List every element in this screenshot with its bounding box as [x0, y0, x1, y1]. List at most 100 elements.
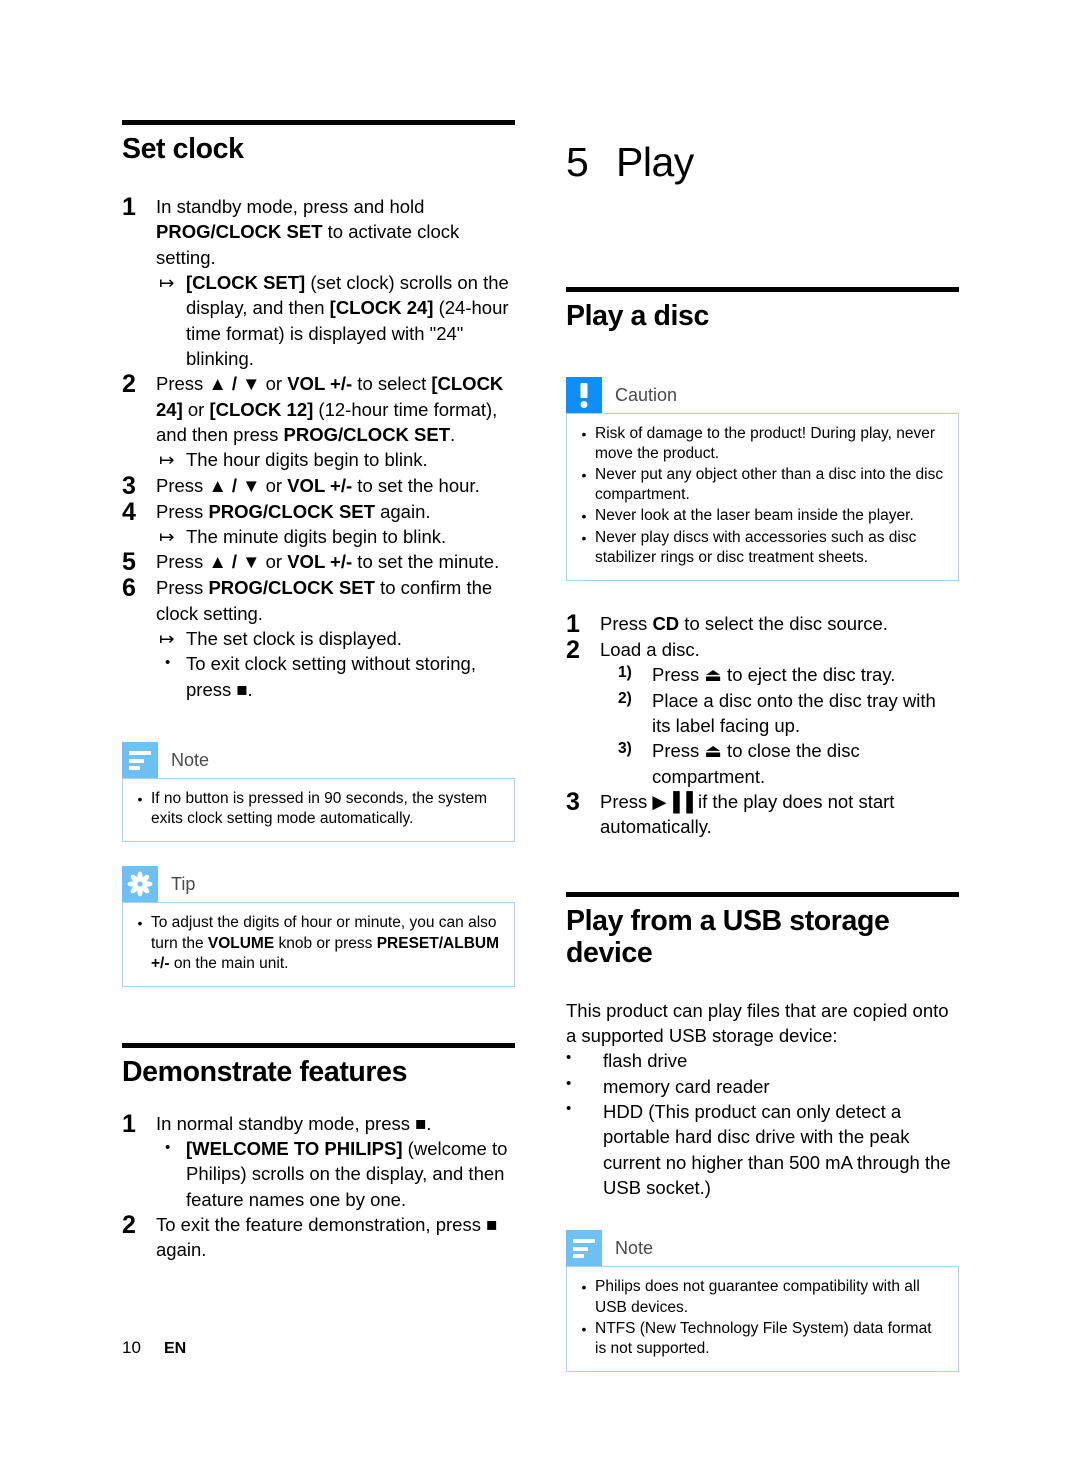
step-text: In standby mode, press and hold PROG/CLO…: [156, 194, 515, 371]
body-text: to select the disc source.: [679, 613, 888, 635]
emphasis-text: ▲ / ▼: [208, 474, 261, 496]
callout-item: • Risk of damage to the product! During p…: [573, 424, 944, 464]
step-result-list: ↦ The set clock is displayed. • To exit clo…: [156, 626, 515, 702]
section-rule: [122, 120, 515, 125]
numbered-step: 2 To exit the feature demonstration, pres…: [122, 1212, 515, 1263]
body-text: Press: [156, 551, 209, 573]
result-item: ↦ The set clock is displayed.: [156, 626, 515, 651]
step-number: 1: [122, 192, 136, 221]
callout-item: • Philips does not guarantee compatibilit…: [573, 1277, 944, 1317]
body-text: Risk of damage to the product! During pl…: [595, 424, 936, 463]
bullet-marker-icon: •: [566, 1099, 572, 1117]
numbered-step: 1 Press CD to select the disc source.: [566, 611, 959, 637]
step-number: 3: [566, 788, 580, 817]
list-item: • memory card reader: [566, 1074, 959, 1099]
callout-item: • To adjust the digits of hour or minute,…: [129, 913, 500, 973]
section-heading-play-a-disc: Play a disc: [566, 300, 709, 332]
section-rule: [566, 287, 959, 292]
body-text: or: [182, 398, 210, 420]
body-text: Load a disc.: [600, 639, 700, 661]
bullet-marker-icon: •: [137, 791, 143, 808]
emphasis-text: PROG/CLOCK SET: [208, 500, 375, 522]
substep-text: Press ⏏ to eject the disc tray.: [652, 664, 896, 686]
emphasis-text: PROG/CLOCK SET: [156, 221, 323, 243]
substep-number: 2): [618, 689, 632, 707]
callout-item: • If no button is pressed in 90 seconds, …: [129, 789, 500, 829]
body-text: To exit the feature demonstration, press…: [156, 1214, 498, 1261]
bullet-marker-icon: •: [581, 467, 587, 484]
body-text: to select: [352, 373, 432, 395]
numbered-step: 3 Press ▶▐▐ if the play does not start au…: [566, 789, 959, 840]
step-result-list: • [WELCOME TO PHILIPS] (welcome to Philip…: [156, 1136, 515, 1212]
body-text: NTFS (New Technology File System) data f…: [595, 1319, 932, 1357]
numbered-step: 2 Load a disc. 1) Press ⏏ to eject the disc…: [566, 637, 959, 789]
body-text: The minute digits begin to blink.: [186, 526, 447, 548]
result-item: ↦ The minute digits begin to blink.: [156, 524, 515, 549]
numbered-step: 4 Press PROG/CLOCK SET again. ↦ The minute …: [122, 499, 515, 550]
body-text: or: [260, 551, 288, 573]
bullet-marker-icon: •: [581, 529, 587, 546]
emphasis-text: [WELCOME TO PHILIPS]: [186, 1138, 403, 1160]
step-text: To exit the feature demonstration, press…: [156, 1212, 515, 1263]
arrow-marker-icon: ↦: [159, 271, 175, 293]
step-text: Press PROG/CLOCK SET again. ↦ The minute d…: [156, 499, 515, 550]
body-text: Press: [156, 474, 209, 496]
play-a-disc-steps: 1 Press CD to select the disc source. 2 Loa…: [566, 611, 959, 840]
callout-label: Note: [171, 750, 210, 771]
step-text: Load a disc. 1) Press ⏏ to eject the disc …: [600, 637, 959, 789]
arrow-marker-icon: ↦: [159, 628, 175, 650]
step-number: 4: [122, 497, 136, 526]
step-result-list: ↦ The minute digits begin to blink.: [156, 524, 515, 549]
substep-list: 1) Press ⏏ to eject the disc tray. 2) Place…: [600, 662, 959, 789]
callout-item: • Never look at the laser beam inside the…: [573, 506, 944, 526]
body-text: to set the minute.: [352, 551, 500, 573]
note-callout-clock: Note • If no button is pressed in 90 seco…: [122, 742, 515, 843]
section-set-clock: Set clock: [122, 120, 515, 166]
bullet-marker-icon: •: [165, 1139, 171, 1157]
bullet-item: • [WELCOME TO PHILIPS] (welcome to Philip…: [156, 1136, 515, 1212]
list-item-label: memory card reader: [603, 1075, 770, 1097]
emphasis-text: ▲ / ▼: [208, 551, 261, 573]
numbered-step: 3 Press ▲ / ▼ or VOL +/- to set the hour.: [122, 473, 515, 499]
section-heading-set-clock: Set clock: [122, 133, 244, 165]
callout-label: Note: [615, 1238, 654, 1259]
result-text: [CLOCK SET] (set clock) scrolls on the d…: [186, 270, 515, 371]
bullet-marker-icon: •: [566, 1074, 572, 1092]
bullet-marker-icon: •: [581, 1279, 587, 1296]
result-item: ↦ The hour digits begin to blink.: [156, 447, 515, 472]
section-heading-demonstrate-features: Demonstrate features: [122, 1055, 408, 1088]
callout-item-text: Never look at the laser beam inside the …: [595, 506, 944, 526]
result-text: The hour digits begin to blink.: [186, 447, 515, 472]
chapter-heading: 5 Play: [566, 120, 959, 183]
body-text: Never look at the laser beam inside the …: [595, 507, 914, 525]
step-result-list: ↦ The hour digits begin to blink.: [156, 447, 515, 472]
emphasis-text: VOL +/-: [287, 373, 353, 395]
section-rule: [566, 891, 959, 897]
substep: 3) Press ⏏ to close the disc compartment.: [600, 738, 959, 789]
left-column: Set clock 1 In standby mode, press and ho…: [122, 120, 515, 1263]
step-text: Press ▲ / ▼ or VOL +/- to set the minute…: [156, 549, 515, 574]
result-text: To exit clock setting without storing, p…: [186, 651, 515, 702]
callout-header: Note: [566, 1230, 959, 1267]
section-rule: [122, 1042, 515, 1048]
callout-body: • Philips does not guarantee compatibilit…: [566, 1266, 959, 1372]
step-text: Press CD to select the disc source.: [600, 611, 959, 636]
callout-item-text: NTFS (New Technology File System) data f…: [595, 1319, 944, 1359]
step-number: 2: [566, 636, 580, 665]
right-column: 5 Play Play a disc Caution • Risk of dama…: [566, 120, 959, 1372]
numbered-step: 6 Press PROG/CLOCK SET to confirm the clo…: [122, 575, 515, 702]
list-item-label: flash drive: [603, 1050, 688, 1072]
body-text: To exit clock setting without storing, p…: [186, 653, 476, 700]
body-text: or: [260, 474, 288, 496]
numbered-step: 2 Press ▲ / ▼ or VOL +/- to select [CLOCK…: [122, 371, 515, 472]
callout-header: Caution: [566, 376, 959, 413]
caution-callout: Caution • Risk of damage to the product! …: [566, 376, 959, 582]
body-text: Never put any object other than a disc i…: [595, 466, 944, 504]
callout-item-text: To adjust the digits of hour or minute, …: [151, 913, 500, 973]
manual-page: Set clock 1 In standby mode, press and ho…: [0, 0, 1080, 1474]
usb-intro-text: This product can play files that are cop…: [566, 999, 949, 1046]
step-text: Press ▶▐▐ if the play does not start aut…: [600, 789, 959, 840]
step-number: 1: [122, 1109, 136, 1138]
substep: 1) Press ⏏ to eject the disc tray.: [600, 662, 959, 687]
body-text: Press: [156, 373, 209, 395]
